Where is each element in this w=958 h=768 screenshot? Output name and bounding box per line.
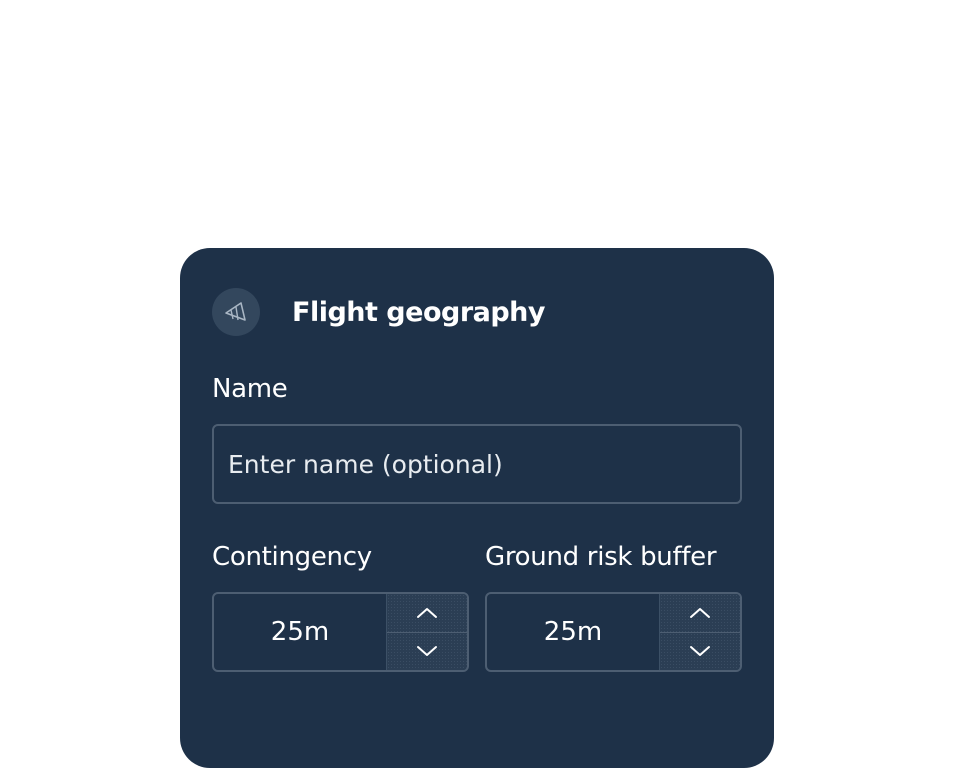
ground-risk-buffer-label: Ground risk buffer [485,542,717,572]
contingency-value[interactable]: 25m [214,594,386,670]
panel-title: Flight geography [292,296,546,328]
ground-risk-buffer-stepper-buttons [659,594,740,670]
contingency-increment-button[interactable] [387,594,467,633]
name-label: Name [212,374,288,404]
ground-risk-buffer-decrement-button[interactable] [660,633,740,671]
contingency-stepper-buttons [386,594,467,670]
chevron-up-icon [417,607,437,618]
flight-geography-panel: Flight geography Name Contingency 25m Gr… [180,248,774,768]
ground-risk-buffer-increment-button[interactable] [660,594,740,633]
flight-geography-icon [212,288,260,336]
panel-header: Flight geography [212,288,546,336]
ground-risk-buffer-stepper[interactable]: 25m [485,592,742,672]
contingency-decrement-button[interactable] [387,633,467,671]
chevron-down-icon [690,646,710,657]
contingency-stepper[interactable]: 25m [212,592,469,672]
chevron-up-icon [690,607,710,618]
chevron-down-icon [417,646,437,657]
name-input[interactable] [212,424,742,504]
ground-risk-buffer-value[interactable]: 25m [487,594,659,670]
contingency-label: Contingency [212,542,372,572]
